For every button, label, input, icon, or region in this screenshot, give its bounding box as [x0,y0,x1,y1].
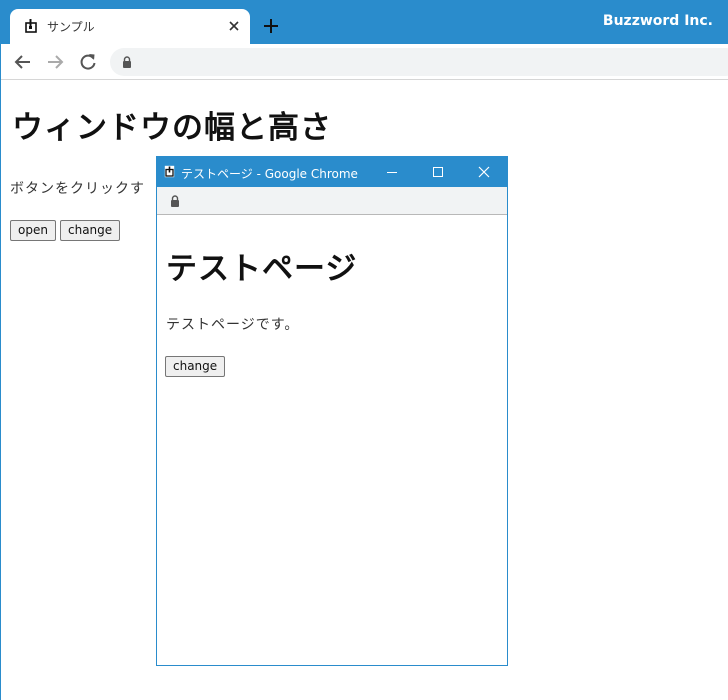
page-icon [25,19,37,33]
popup-window-title: テストページ - Google Chrome [181,167,358,181]
brand-label: Buzzword Inc. [602,13,713,29]
popup-change-button[interactable]: change [165,356,225,377]
tab-active[interactable]: サンプル [10,9,250,44]
maximize-icon[interactable] [431,165,445,179]
tab-bar: サンプル Buzzword Inc. [1,0,728,44]
forward-arrow-icon[interactable] [45,52,65,72]
lock-icon [123,56,131,68]
reload-icon[interactable] [78,52,98,72]
page-title: ウィンドウの幅と高さ [12,110,332,146]
lock-icon [171,195,179,207]
browser-toolbar [1,44,728,80]
close-icon[interactable] [477,165,491,179]
tab-title: サンプル [47,20,95,34]
popup-window: テストページ - Google Chrome テストページ テストページです。 … [156,156,508,666]
page-description: ボタンをクリックす [10,181,145,197]
popup-title-bar[interactable]: テストページ - Google Chrome [157,157,507,187]
browser-window: サンプル Buzzword Inc. ウィンドウの幅と高さ ボタンをクリックす … [0,0,728,700]
popup-heading: テストページ [166,251,358,287]
back-arrow-icon[interactable] [13,52,33,72]
popup-address-bar [157,187,507,215]
minimize-icon[interactable] [385,165,399,179]
open-button[interactable]: open [10,220,56,241]
change-button[interactable]: change [60,220,120,241]
new-tab-icon[interactable] [262,17,280,35]
page-icon [164,165,175,178]
popup-text: テストページです。 [166,317,300,333]
close-tab-icon[interactable] [226,18,242,34]
address-bar[interactable] [110,48,728,76]
